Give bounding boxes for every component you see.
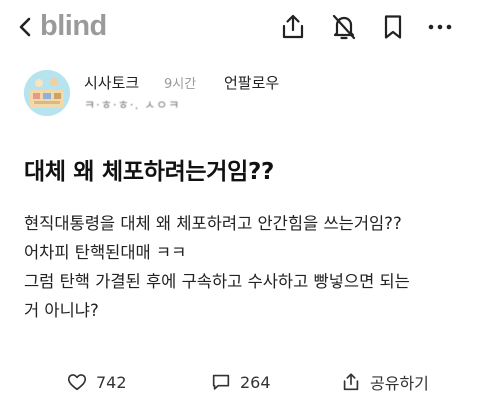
- more-icon: [428, 24, 452, 30]
- post-body-line: 거 아니냐?: [24, 301, 99, 320]
- post-body-line: 그럼 탄핵 가결된 후에 구속하고 수사하고 빵넣으면 되는: [24, 272, 410, 291]
- top-bar: blind: [0, 0, 480, 54]
- bookmark-button[interactable]: [378, 12, 408, 42]
- comment-button[interactable]: 264: [210, 366, 271, 398]
- share-button[interactable]: [278, 12, 308, 42]
- share-label: 공유하기: [370, 374, 429, 393]
- share-post-button[interactable]: 공유하기: [340, 366, 429, 398]
- brand-logo: blind: [40, 10, 107, 42]
- notification-off-icon: [332, 14, 356, 40]
- post-body-line: 어차피 탄핵된대매 ㅋㅋ: [24, 243, 187, 262]
- comment-icon: [212, 374, 230, 390]
- post-actions: 742 264 공유하기: [0, 366, 480, 398]
- bookmark-icon: [384, 15, 402, 39]
- unfollow-button[interactable]: 언팔로우: [224, 72, 279, 93]
- channel-avatar[interactable]: [24, 70, 70, 116]
- post-body: 현직대통령을 대체 왜 체포하려고 안간힘을 쓰는거임?? 어차피 탄핵된대매 …: [24, 209, 469, 325]
- post-author: 시사토크 9시간 언팔로우 ㅋ·ㅎ·ㅎ·. ㅅㅇㅋ: [24, 70, 464, 116]
- back-icon: [19, 17, 31, 37]
- channel-avatar-image: [24, 70, 70, 116]
- more-options-button[interactable]: [425, 12, 455, 42]
- comment-count: 264: [240, 372, 271, 392]
- author-info: ㅋ·ㅎ·ㅎ·. ㅅㅇㅋ: [84, 98, 181, 112]
- channel-name[interactable]: 시사토크: [84, 72, 139, 93]
- like-button[interactable]: 742: [66, 366, 127, 398]
- post-title: 대체 왜 체포하려는거임??: [24, 159, 275, 185]
- post-body-line: 현직대통령을 대체 왜 체포하려고 안간힘을 쓰는거임??: [24, 214, 402, 233]
- like-count: 742: [96, 372, 127, 392]
- heart-icon: [67, 374, 87, 391]
- share-icon: [282, 14, 304, 39]
- share-icon: [343, 373, 359, 391]
- back-button[interactable]: [14, 12, 38, 42]
- post-time: 9시간: [164, 77, 197, 92]
- notification-toggle-button[interactable]: [329, 12, 359, 42]
